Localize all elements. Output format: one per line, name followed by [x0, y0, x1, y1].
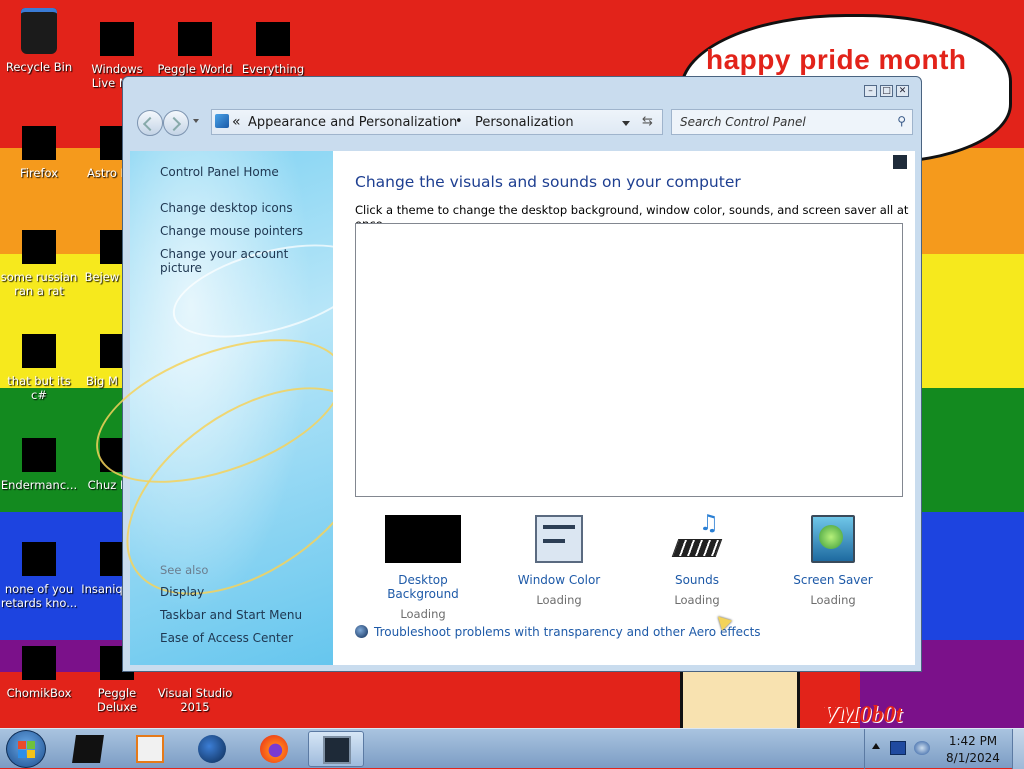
- desktop-background-label: Desktop Background: [387, 573, 459, 601]
- taskbar: 1:42 PM 8/1/2024: [0, 728, 1024, 769]
- search-box[interactable]: ⚲: [671, 109, 913, 135]
- show-hidden-icons-icon[interactable]: [872, 743, 880, 749]
- sounds-button[interactable]: ♫ Sounds Loading: [637, 511, 757, 607]
- taskbar-item-media-player[interactable]: [122, 731, 178, 767]
- troubleshoot-aero-text: Troubleshoot problems with transparency …: [374, 625, 761, 639]
- desktop-icon-recycle-bin[interactable]: Recycle Bin: [0, 8, 78, 74]
- search-input[interactable]: [678, 111, 888, 133]
- breadcrumb-appearance[interactable]: Appearance and Personalization: [248, 115, 457, 130]
- search-app-icon: [256, 22, 290, 56]
- personalization-window: – □ ✕ « Appearance and Personalization •…: [77, 76, 922, 672]
- screen-saver-status: Loading: [810, 593, 856, 607]
- breadcrumb-overflow[interactable]: «: [232, 114, 241, 130]
- breadcrumb-separator: •: [455, 114, 463, 129]
- change-mouse-pointers-link[interactable]: Change mouse pointers: [160, 224, 303, 238]
- recent-pages-chevron-icon[interactable]: [193, 119, 199, 123]
- window-color-button[interactable]: Window Color Loading: [499, 515, 619, 607]
- media-player-icon: [136, 735, 164, 763]
- window-color-icon: [535, 515, 583, 563]
- main-content: Change the visuals and sounds on your co…: [333, 151, 915, 665]
- breadcrumb-personalization[interactable]: Personalization: [475, 115, 574, 130]
- minimize-button[interactable]: –: [864, 85, 877, 97]
- desktop-icon-everything[interactable]: Everything: [234, 22, 312, 76]
- control-panel-icon: [323, 736, 351, 764]
- show-desktop-button[interactable]: [1012, 729, 1024, 769]
- game-icon: [178, 22, 212, 56]
- window-color-status: Loading: [536, 593, 582, 607]
- desktop-background-icon: [385, 515, 461, 563]
- forward-button[interactable]: [163, 110, 189, 136]
- speech-bubble-text: happy pride month: [706, 44, 967, 75]
- clock-date[interactable]: 8/1/2024: [935, 751, 1011, 765]
- screen-saver-icon: [811, 515, 855, 563]
- close-button[interactable]: ✕: [896, 85, 909, 97]
- sounds-icon: ♫: [659, 511, 735, 563]
- taskbar-item-firefox[interactable]: [246, 731, 302, 767]
- title-bar[interactable]: – □ ✕: [123, 77, 921, 105]
- ease-of-access-link[interactable]: Ease of Access Center: [160, 631, 293, 645]
- control-panel-home-link[interactable]: Control Panel Home: [160, 165, 279, 179]
- maximize-button[interactable]: □: [880, 85, 893, 97]
- search-icon[interactable]: ⚲: [897, 114, 906, 128]
- change-desktop-icons-link[interactable]: Change desktop icons: [160, 201, 293, 215]
- task-pane: Control Panel Home Change desktop icons …: [77, 151, 411, 665]
- taskbar-start-menu-link[interactable]: Taskbar and Start Menu: [160, 608, 302, 622]
- desktop-icon-none-of-you[interactable]: none of you retards kno...: [0, 542, 78, 610]
- start-button[interactable]: [6, 730, 46, 768]
- desktop-icon-endermanch[interactable]: Endermanc...: [0, 438, 78, 492]
- piano-keys-icon: [671, 539, 723, 557]
- screen-saver-button[interactable]: Screen Saver Loading: [773, 515, 893, 607]
- sounds-label: Sounds: [674, 573, 720, 587]
- taskbar-item-browser[interactable]: [184, 731, 240, 767]
- sounds-status: Loading: [674, 593, 720, 607]
- screen-saver-label: Screen Saver: [793, 573, 873, 587]
- tray-separator: [864, 729, 865, 769]
- globe-icon: [198, 735, 226, 763]
- music-note-icon: ♫: [699, 511, 719, 536]
- wallpaper-drawing-leg: [680, 672, 800, 728]
- app-icon: [22, 542, 56, 576]
- desktop-background-button[interactable]: Desktop Background Loading: [363, 515, 483, 621]
- network-icon[interactable]: [914, 741, 930, 755]
- desktop-icon-firefox[interactable]: Firefox: [0, 126, 78, 180]
- theme-list[interactable]: [355, 223, 903, 497]
- firefox-icon: [260, 735, 288, 763]
- watermark: VM0b0t: [822, 702, 903, 728]
- refresh-icon[interactable]: ⇆: [642, 114, 653, 129]
- mail-icon: [100, 22, 134, 56]
- app-icon: [22, 334, 56, 368]
- firefox-icon: [22, 126, 56, 160]
- address-bar[interactable]: « Appearance and Personalization • Perso…: [211, 109, 663, 135]
- recycle-bin-icon: [21, 8, 57, 54]
- clock-time[interactable]: 1:42 PM: [935, 734, 1011, 748]
- desktop-background-status: Loading: [400, 607, 446, 621]
- desktop-icon-peggle-world[interactable]: Peggle World: [156, 22, 234, 76]
- desktop-icon-chomikbox[interactable]: ChomikBox: [0, 646, 78, 700]
- app-icon: [22, 438, 56, 472]
- back-button[interactable]: [137, 110, 163, 136]
- desktop-icon-csharp[interactable]: that but its c#: [0, 334, 78, 402]
- desktop-icon-rat[interactable]: some russian ran a rat: [0, 230, 78, 298]
- taskbar-item-control-panel[interactable]: [308, 731, 364, 767]
- app-icon: [72, 735, 104, 763]
- change-account-picture-link[interactable]: Change your account picture: [160, 247, 333, 275]
- app-icon: [22, 230, 56, 264]
- app-icon: [22, 646, 56, 680]
- page-title: Change the visuals and sounds on your co…: [355, 173, 741, 191]
- action-center-icon[interactable]: [890, 741, 906, 755]
- troubleshoot-icon: [355, 625, 368, 638]
- troubleshoot-aero-link[interactable]: Troubleshoot problems with transparency …: [355, 625, 761, 639]
- display-link[interactable]: Display: [160, 585, 204, 599]
- see-also-heading: See also: [160, 563, 209, 577]
- taskbar-item-app[interactable]: [60, 731, 116, 767]
- help-icon[interactable]: [893, 155, 907, 169]
- window-color-label: Window Color: [517, 573, 601, 587]
- address-bar-row: « Appearance and Personalization • Perso…: [133, 105, 913, 141]
- control-panel-icon: [215, 114, 229, 128]
- address-dropdown-icon[interactable]: [622, 121, 630, 126]
